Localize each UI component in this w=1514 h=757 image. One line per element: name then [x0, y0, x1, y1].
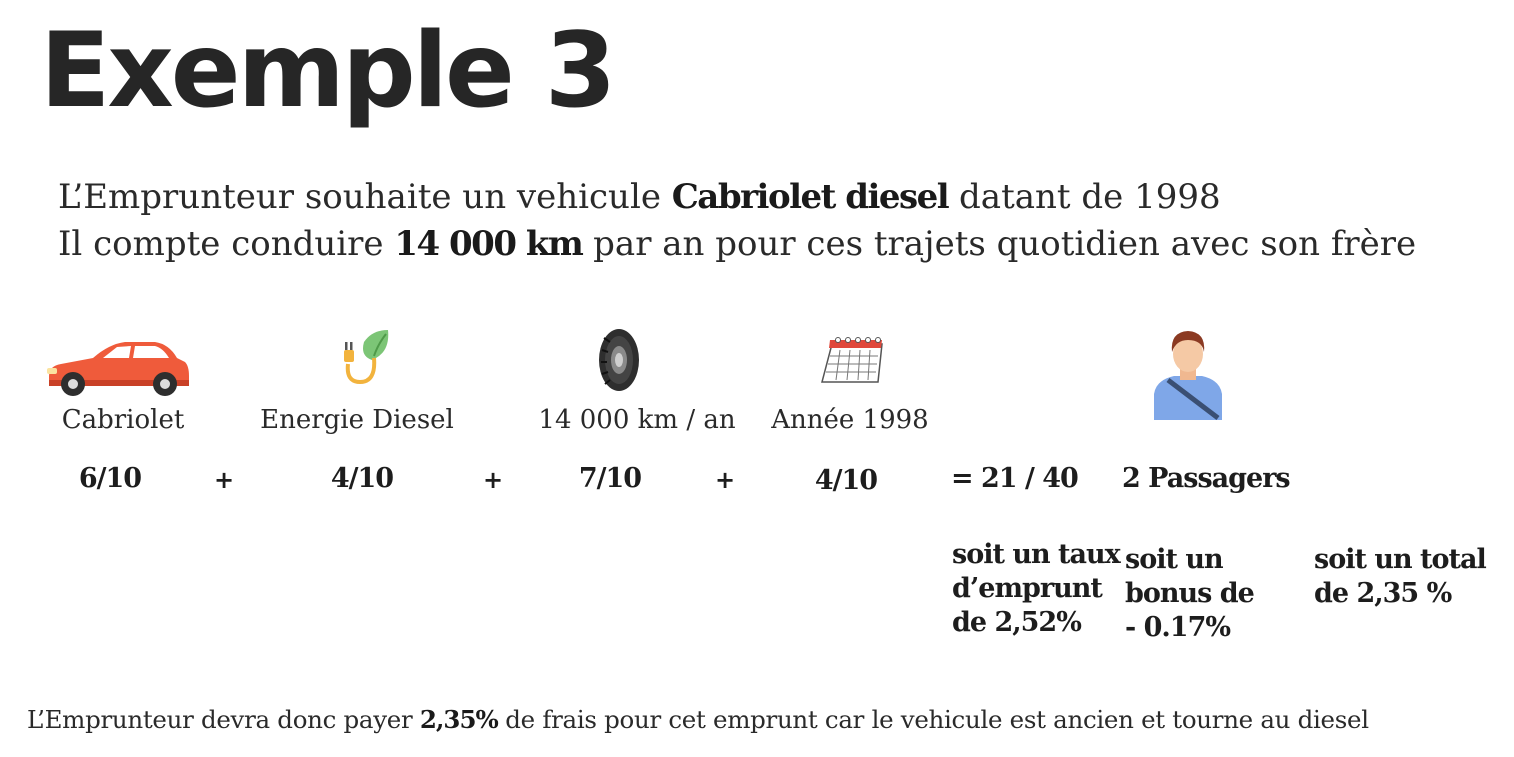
intro-line-1: L’Emprunteur souhaite un vehicule Cabrio… — [58, 177, 1221, 218]
tire-icon — [599, 329, 639, 391]
bonus-result-line: soit un — [1125, 544, 1224, 575]
person-with-seatbelt-icon — [1154, 331, 1222, 420]
rate-result-line: soit un taux — [952, 539, 1121, 570]
intro-line-1-text: L’Emprunteur souhaite un vehicule — [58, 177, 672, 217]
total-result-line: soit un total — [1314, 544, 1487, 575]
total-result: soit un total de 2,35 % — [1314, 543, 1487, 611]
criterion-label-year: Année 1998 — [771, 405, 929, 435]
plus-operator: + — [214, 466, 235, 494]
intro-line-2: Il compte conduire 14 000 km par an pour… — [58, 224, 1416, 265]
bonus-result: soit un bonus de - 0.17% — [1125, 543, 1255, 644]
criterion-label-vehicle: Cabriolet — [61, 405, 185, 435]
car-icon — [47, 342, 189, 396]
intro-line-2-end: par an pour ces trajets quotidien avec s… — [582, 224, 1417, 264]
rate-result-line: d’emprunt — [952, 572, 1103, 604]
score-vehicle: 6/10 — [78, 463, 142, 494]
plus-operator: + — [715, 466, 736, 494]
plus-operator: + — [483, 466, 504, 494]
bonus-result-line: - 0.17% — [1125, 611, 1231, 643]
intro-line-2-text: Il compte conduire — [58, 224, 395, 264]
criterion-label-distance: 14 000 km / an — [538, 405, 736, 435]
score-year: 4/10 — [814, 465, 878, 496]
bonus-result-line: bonus de — [1125, 577, 1255, 609]
intro-line-1-highlight: Cabriolet diesel — [671, 177, 950, 217]
passengers-label: 2 Passagers — [1122, 463, 1291, 494]
conclusion-text-start: L’Emprunteur devra donc payer — [27, 705, 420, 734]
score-energy: 4/10 — [330, 463, 394, 494]
electric-plug-leaf-icon — [344, 330, 389, 385]
criterion-label-energy: Energie Diesel — [260, 405, 454, 435]
intro-line-2-highlight: 14 000 km — [394, 224, 584, 264]
conclusion-highlight: 2,35% — [419, 705, 499, 734]
conclusion-text-end: de frais pour cet emprunt car le vehicul… — [497, 705, 1369, 734]
rate-result-line: de 2,52% — [952, 606, 1082, 638]
rate-result: soit un taux d’emprunt de 2,52% — [952, 538, 1121, 639]
page-title: Exemple 3 — [40, 11, 616, 131]
conclusion-text: L’Emprunteur devra donc payer 2,35% de f… — [27, 705, 1369, 734]
intro-line-1-end: datant de 1998 — [948, 177, 1221, 217]
slide: Exemple 3 L’Emprunteur souhaite un vehic… — [0, 0, 1514, 757]
total-result-line: de 2,35 % — [1314, 577, 1452, 609]
total-score: = 21 / 40 — [951, 463, 1079, 494]
score-distance: 7/10 — [578, 463, 642, 494]
calendar-icon — [821, 337, 883, 383]
